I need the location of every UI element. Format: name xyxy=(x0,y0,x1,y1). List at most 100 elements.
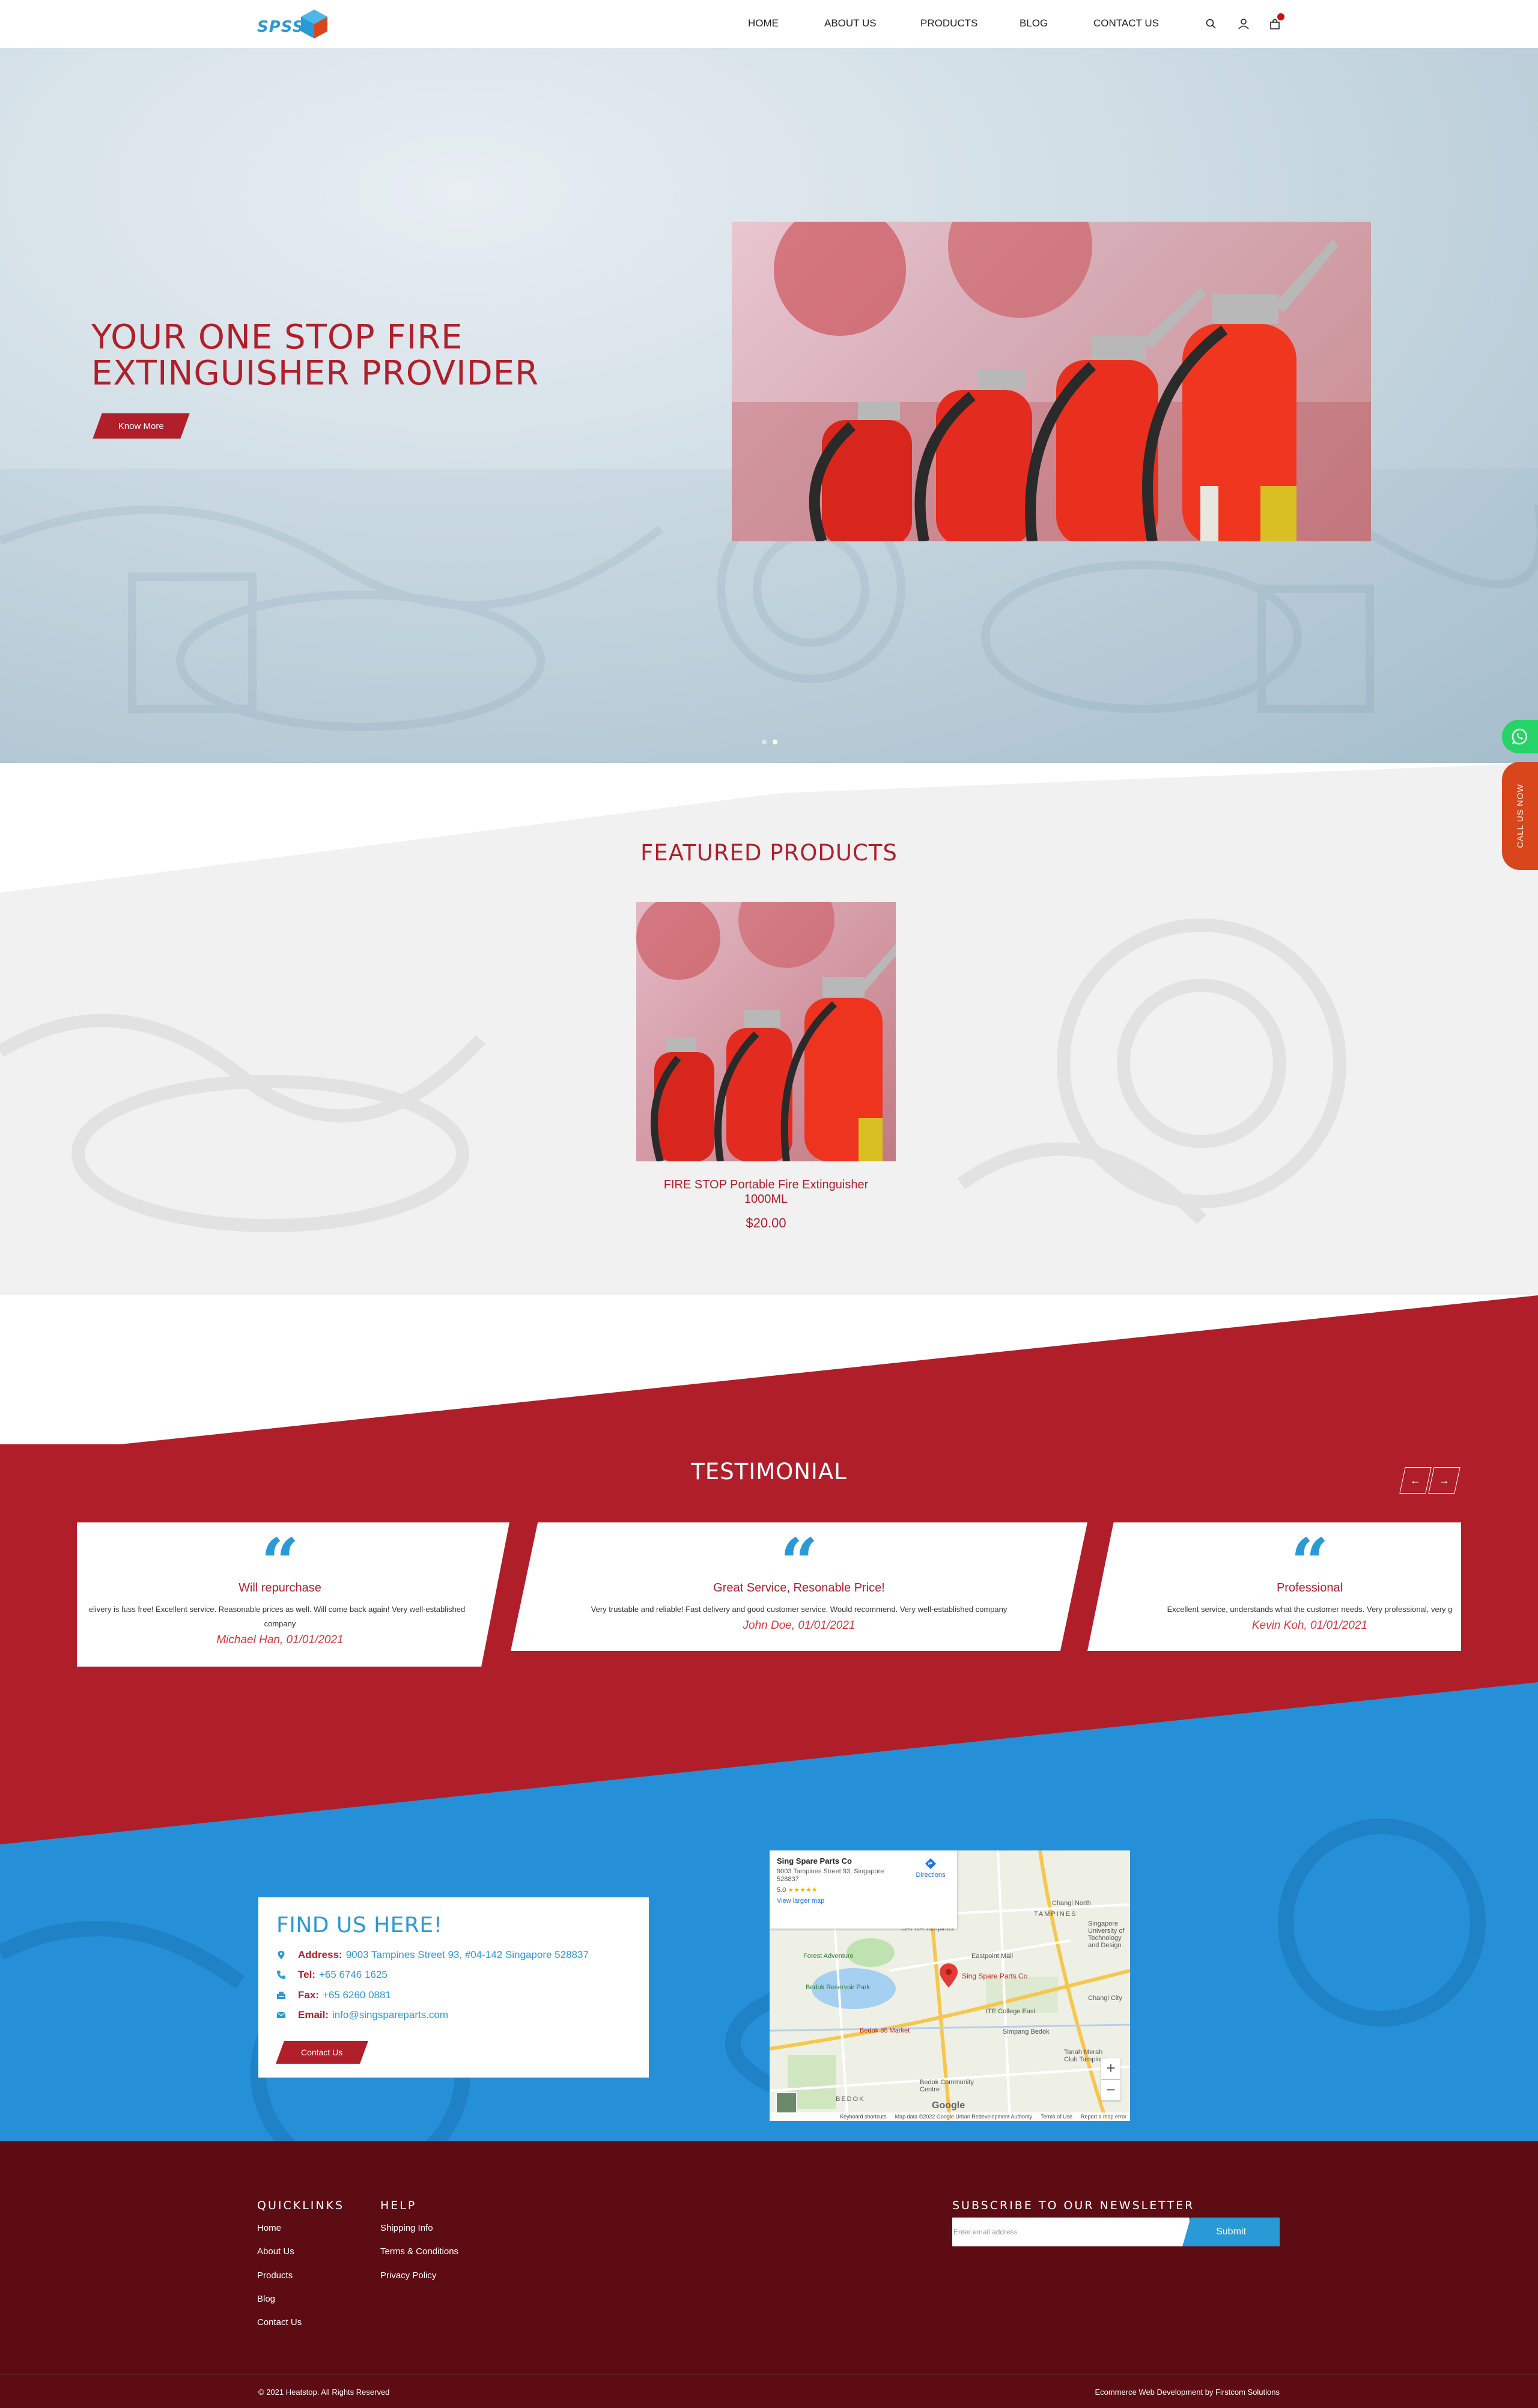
logo-text: SPSS xyxy=(257,18,305,36)
quote-icon: “ xyxy=(1290,1524,1329,1601)
fax-row: Fax: +65 6260 0881 xyxy=(276,1989,391,2001)
tel-label: Tel: xyxy=(298,1969,315,1980)
footer-link-products[interactable]: Products xyxy=(257,2270,293,2281)
map-footer: Keyboard shortcuts Map data ©2022 Google… xyxy=(770,2112,1130,2121)
extinguishers-illustration xyxy=(732,222,1371,541)
nav-blog[interactable]: BLOG xyxy=(1020,17,1048,29)
map-label-changi-city: Changi City xyxy=(1088,1995,1122,2002)
map-place-card: Sing Spare Parts Co 9003 Tampines Street… xyxy=(770,1850,957,1929)
testimonial-card: “ Will repurchase elivery is fuss free! … xyxy=(77,1522,509,1667)
testimonial-background xyxy=(0,1295,1538,2141)
email-row[interactable]: Email: info@singspareparts.com xyxy=(276,2009,448,2021)
user-icon[interactable] xyxy=(1236,17,1251,31)
newsletter-email-input[interactable]: Enter email address xyxy=(952,2218,1190,2246)
product-extinguishers-illustration xyxy=(636,902,896,1161)
map-place-address: 9003 Tampines Street 93, Singapore 52883… xyxy=(777,1868,884,1883)
map-directions-button[interactable]: Directions xyxy=(913,1858,949,1879)
know-more-button[interactable]: Know More xyxy=(93,413,190,439)
testimonial-card-text: elivery is fuss free! Excellent service.… xyxy=(88,1605,466,1614)
logo[interactable]: SPSS xyxy=(257,7,329,41)
cart-badge xyxy=(1277,13,1284,20)
map-label-bedok-market: Bedok 85 Market xyxy=(860,2027,910,2034)
whatsapp-button[interactable] xyxy=(1502,720,1538,753)
google-map[interactable]: Sing Spare Parts Co Changi North TAMPINE… xyxy=(770,1850,1130,2121)
map-label-sutd: Singapore University of Technology and D… xyxy=(1088,1920,1125,1949)
logo-hexagon-icon xyxy=(301,10,327,38)
map-zoom-in-button[interactable]: + xyxy=(1101,2058,1120,2079)
nav-contact-us[interactable]: CONTACT US xyxy=(1093,17,1159,29)
product-name-line-2: 1000ML xyxy=(744,1193,788,1206)
map-rating-stars: ★★★★★ xyxy=(788,1887,818,1894)
map-label-changi-north: Changi North xyxy=(1052,1900,1091,1907)
phone-icon xyxy=(277,1971,285,1979)
map-terms-link[interactable]: Terms of Use xyxy=(1041,2114,1072,2120)
testimonial-card-title: Great Service, Resonable Price! xyxy=(713,1581,885,1595)
newsletter-submit-button[interactable]: Submit xyxy=(1182,2218,1280,2246)
map-data-attribution: Map data ©2022 Google Urban Redevelopmen… xyxy=(895,2114,1032,2120)
tel-row[interactable]: Tel: +65 6746 1625 xyxy=(276,1969,388,1981)
carousel-dot-1[interactable] xyxy=(762,740,767,744)
call-us-now-label: CALL US NOW xyxy=(1515,783,1525,848)
testimonial-prev-button[interactable]: ← xyxy=(1399,1467,1432,1494)
map-zoom-out-button[interactable]: − xyxy=(1101,2080,1120,2100)
testimonial-card-text: Very trustable and reliable! Fast delive… xyxy=(591,1605,1008,1614)
hero-banner: YOUR ONE STOP FIRE EXTINGUISHER PROVIDER… xyxy=(0,48,1538,763)
next-arrow-icon: → xyxy=(1439,1474,1450,1486)
fax-label: Fax: xyxy=(298,1989,319,2001)
help-title: HELP xyxy=(380,2199,417,2212)
contact-us-button[interactable]: Contact Us xyxy=(276,2041,368,2064)
map-label-forest: Forest Adventure xyxy=(803,1953,854,1960)
carousel-dot-2[interactable] xyxy=(773,740,777,744)
credits[interactable]: Ecommerce Web Development by Firstcom So… xyxy=(961,2388,1280,2397)
copyright: © 2021 Heatstop. All Rights Reserved xyxy=(258,2388,390,2397)
footer-link-contact-us[interactable]: Contact Us xyxy=(257,2317,302,2327)
testimonial-card-author: John Doe, 01/01/2021 xyxy=(743,1619,856,1632)
footer-divider xyxy=(0,2374,1538,2375)
footer-link-blog[interactable]: Blog xyxy=(257,2294,275,2304)
whatsapp-icon xyxy=(1512,728,1528,745)
product-image[interactable] xyxy=(636,902,896,1161)
map-report-error-link[interactable]: Report a map error xyxy=(1081,2114,1126,2120)
site-footer xyxy=(0,2141,1538,2408)
quicklinks-title: QUICKLINKS xyxy=(257,2199,345,2212)
footer-link-about-us[interactable]: About Us xyxy=(257,2246,294,2257)
tel-value: +65 6746 1625 xyxy=(318,1969,388,1980)
email-value: info@singspareparts.com xyxy=(332,2009,449,2020)
product-name[interactable]: FIRE STOP Portable Fire Extinguisher 100… xyxy=(601,1178,931,1206)
testimonial-title: TESTIMONIAL xyxy=(691,1459,847,1485)
nav-products[interactable]: PRODUCTS xyxy=(920,17,977,29)
footer-link-home[interactable]: Home xyxy=(257,2223,281,2233)
map-pin-icon xyxy=(278,1951,285,1959)
footer-link-terms[interactable]: Terms & Conditions xyxy=(380,2246,458,2257)
view-larger-map-link[interactable]: View larger map xyxy=(777,1897,950,1905)
contact-us-label: Contact Us xyxy=(301,2048,343,2057)
testimonial-card-title: Will repurchase xyxy=(239,1581,321,1595)
email-label: Email: xyxy=(298,2009,329,2020)
newsletter-title: SUBSCRIBE TO OUR NEWSLETTER xyxy=(952,2199,1195,2212)
testimonial-card-text-2: company xyxy=(264,1619,296,1628)
nav-home[interactable]: HOME xyxy=(748,17,779,29)
testimonial-next-button[interactable]: → xyxy=(1428,1467,1460,1494)
google-logo: Google xyxy=(932,2100,965,2111)
map-pin-label: Sing Spare Parts Co xyxy=(962,1972,1028,1980)
featured-products-section: FEATURED PRODUCTS FIRE STOP Portable Fir… xyxy=(0,763,1538,1295)
fax-value: +65 6260 0881 xyxy=(322,1989,391,2001)
call-us-now-button[interactable]: CALL US NOW xyxy=(1502,762,1538,870)
map-label-bedok: BEDOK xyxy=(836,2096,865,2103)
address-row: Address: 9003 Tampines Street 93, #04-142… xyxy=(276,1949,589,1961)
footer-link-shipping-info[interactable]: Shipping Info xyxy=(380,2223,433,2233)
find-us-title: FIND US HERE! xyxy=(276,1913,443,1938)
map-satellite-thumbnail[interactable] xyxy=(776,2092,797,2114)
featured-products-title: FEATURED PRODUCTS xyxy=(640,840,898,866)
product-name-line-1: FIRE STOP Portable Fire Extinguisher xyxy=(663,1178,869,1191)
search-icon[interactable] xyxy=(1204,17,1218,31)
hero-title-line-2: EXTINGUISHER PROVIDER xyxy=(91,354,540,393)
footer-link-privacy[interactable]: Privacy Policy xyxy=(380,2270,436,2281)
nav-about-us[interactable]: ABOUT US xyxy=(824,17,877,29)
hero-carousel-dots xyxy=(762,737,783,747)
site-header: SPSS HOME ABOUT US PRODUCTS BLOG CONTACT… xyxy=(0,0,1538,48)
map-keyboard-shortcuts[interactable]: Keyboard shortcuts xyxy=(840,2114,887,2120)
know-more-label: Know More xyxy=(118,421,164,431)
map-label-bedok-reservoir: Bedok Reservoir Park xyxy=(806,1984,870,1991)
map-label-tampines: TAMPINES xyxy=(1034,1911,1077,1918)
